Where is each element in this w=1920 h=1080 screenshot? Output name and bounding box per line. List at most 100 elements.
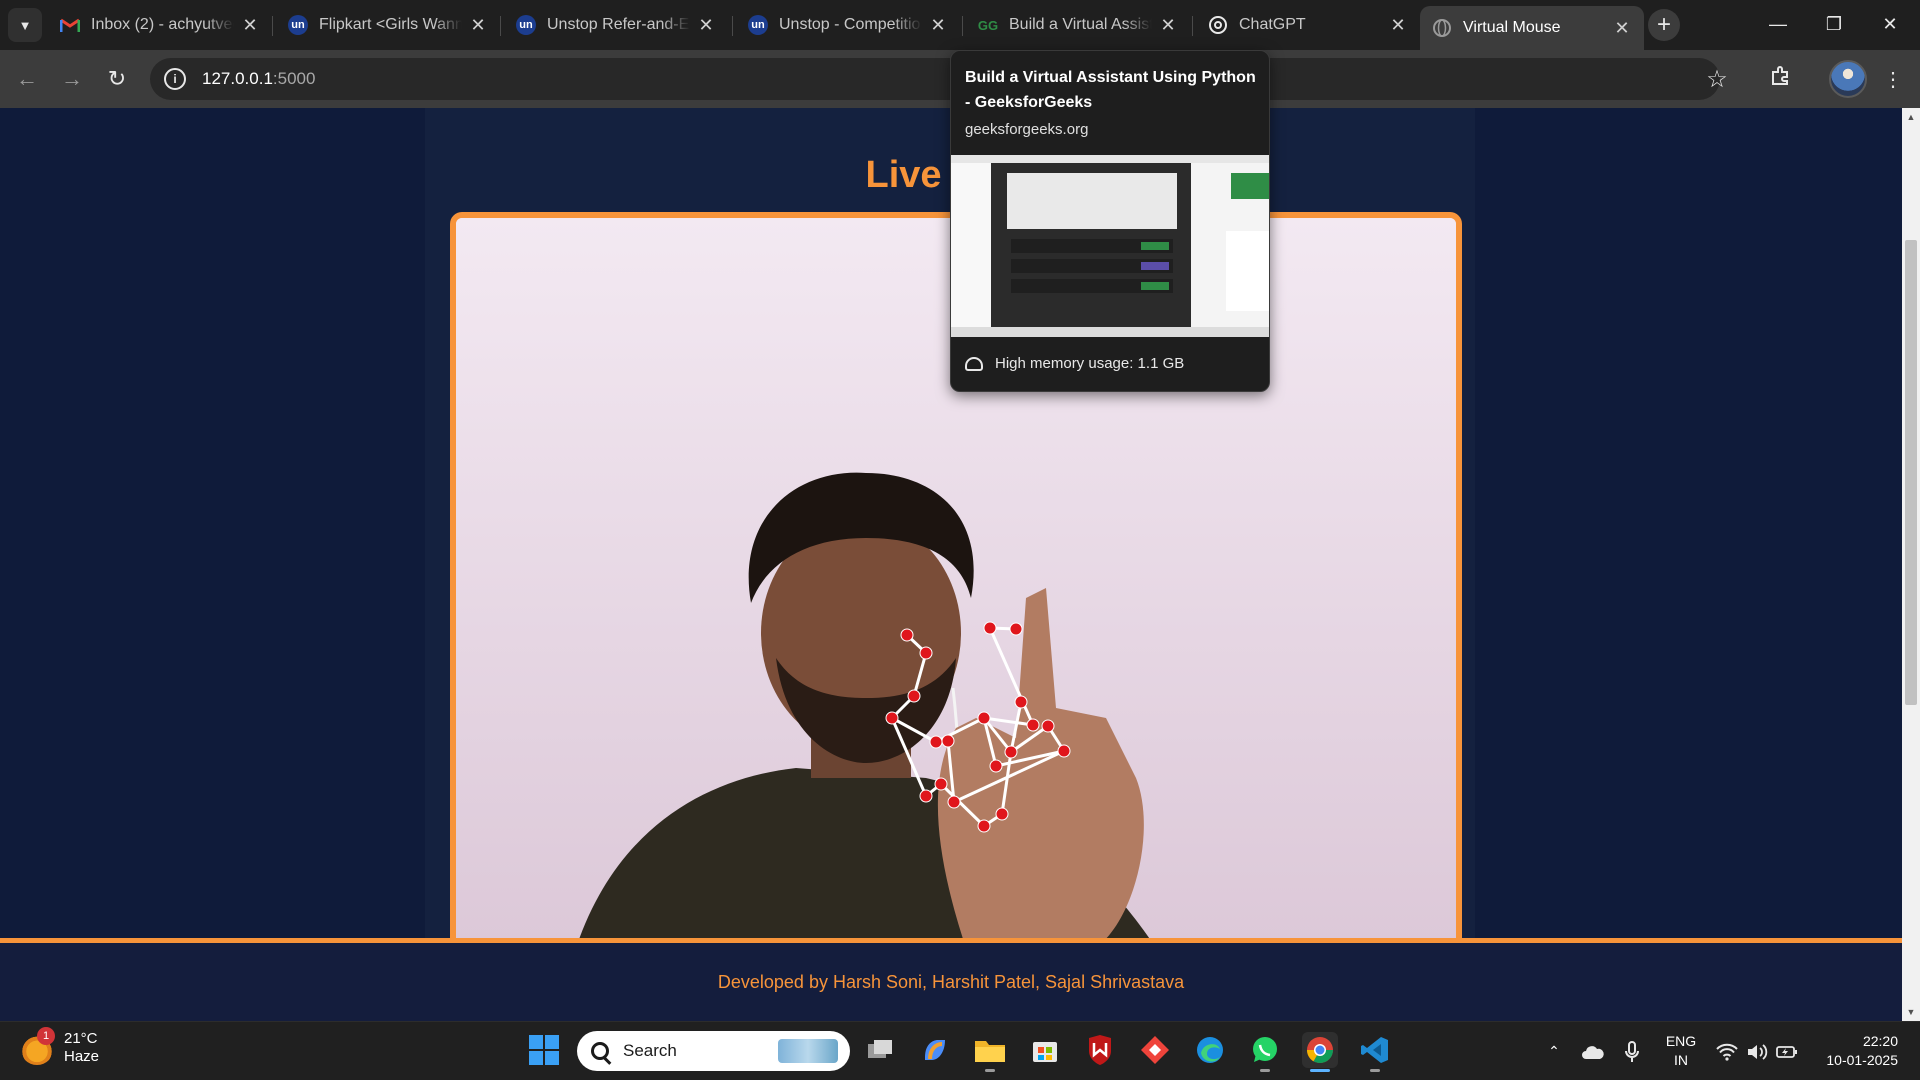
- forward-button[interactable]: →: [55, 62, 89, 96]
- page-scrollbar[interactable]: ▲ ▼: [1902, 108, 1920, 1021]
- windows-taskbar: 1 21°C Haze Search ⌃ ENG IN 22:20 10-01-…: [0, 1021, 1920, 1080]
- microphone-icon: [1625, 1040, 1639, 1062]
- microphone-button[interactable]: [1618, 1022, 1646, 1080]
- reload-button[interactable]: ↻: [100, 62, 134, 96]
- tab-title: Build a Virtual Assista: [1009, 16, 1152, 33]
- hand-landmark-point: [919, 789, 933, 803]
- search-highlight-image: [778, 1039, 838, 1063]
- profile-avatar[interactable]: [1829, 60, 1867, 98]
- running-indicator: [1310, 1069, 1330, 1072]
- weather-sun-icon: 1: [20, 1027, 55, 1065]
- memory-usage-text: High memory usage: 1.1 GB: [995, 355, 1185, 372]
- tab-unstop-competition[interactable]: un Unstop - Competitio ✕: [736, 6, 960, 44]
- bookmark-star-button[interactable]: ☆: [1700, 62, 1734, 96]
- page-footer: Developed by Harsh Soni, Harshit Patel, …: [0, 943, 1902, 1021]
- hand-landmark-point: [1041, 719, 1055, 733]
- clock-time: 22:20: [1862, 1033, 1898, 1049]
- notification-badge: 1: [37, 1027, 55, 1045]
- running-indicator: [985, 1069, 995, 1072]
- kebab-menu-icon: ⋮: [1883, 68, 1903, 91]
- battery-charging-icon: [1776, 1045, 1797, 1058]
- start-button[interactable]: [526, 1032, 562, 1068]
- system-clock[interactable]: 22:20 10-01-2025: [1818, 1032, 1898, 1070]
- new-tab-button[interactable]: +: [1648, 9, 1680, 41]
- site-info-icon[interactable]: i: [164, 68, 186, 90]
- plus-icon: +: [1656, 11, 1671, 38]
- task-view-icon: [868, 1040, 892, 1058]
- hand-landmark-point: [941, 734, 955, 748]
- close-window-button[interactable]: ✕: [1862, 0, 1918, 48]
- scroll-down-arrow[interactable]: ▼: [1902, 1003, 1920, 1021]
- reload-icon: ↻: [107, 66, 127, 91]
- gmail-icon: [60, 15, 80, 35]
- close-icon[interactable]: ✕: [696, 15, 716, 36]
- onedrive-button[interactable]: [1578, 1022, 1608, 1080]
- hand-landmark-point: [989, 759, 1003, 773]
- close-icon[interactable]: ✕: [1612, 18, 1632, 39]
- back-button[interactable]: ←: [10, 62, 44, 96]
- weather-condition: Haze: [64, 1048, 100, 1065]
- tab-title: ChatGPT: [1239, 16, 1306, 33]
- scroll-up-arrow[interactable]: ▲: [1902, 108, 1920, 126]
- url-port: :5000: [272, 69, 316, 88]
- file-explorer-button[interactable]: [972, 1032, 1008, 1072]
- copilot-button[interactable]: [917, 1032, 953, 1068]
- store-icon: [1033, 1042, 1057, 1062]
- anydesk-button[interactable]: [1137, 1032, 1173, 1068]
- taskbar-search[interactable]: Search: [577, 1031, 850, 1071]
- tab-unstop-refer[interactable]: un Unstop Refer-and-Ea ✕: [504, 6, 728, 44]
- tab-virtual-assistant[interactable]: GG Build a Virtual Assista ✕: [966, 6, 1190, 44]
- task-view-button[interactable]: [862, 1032, 898, 1068]
- scroll-thumb[interactable]: [1905, 240, 1917, 705]
- close-icon[interactable]: ✕: [1388, 15, 1408, 36]
- whatsapp-icon: [1253, 1037, 1277, 1062]
- close-icon: ✕: [1882, 13, 1898, 34]
- shield-icon: [1089, 1035, 1111, 1065]
- hover-card-thumbnail: [951, 155, 1269, 337]
- extensions-button[interactable]: [1764, 62, 1798, 96]
- battery-button[interactable]: [1772, 1022, 1802, 1080]
- volume-button[interactable]: [1742, 1022, 1772, 1080]
- whatsapp-button[interactable]: [1247, 1032, 1283, 1072]
- hover-card-domain: geeksforgeeks.org: [965, 121, 1089, 138]
- hand-landmark-point: [934, 777, 948, 791]
- mcafee-button[interactable]: [1082, 1032, 1118, 1068]
- tab-virtual-mouse[interactable]: Virtual Mouse ✕: [1420, 6, 1644, 50]
- tab-gmail[interactable]: Inbox (2) - achyutvee ✕: [48, 6, 272, 44]
- chrome-button[interactable]: [1302, 1032, 1338, 1072]
- close-icon[interactable]: ✕: [928, 15, 948, 36]
- hand-landmark-point: [929, 735, 943, 749]
- restore-button[interactable]: ❐: [1806, 0, 1862, 48]
- memory-gauge-icon: [965, 356, 983, 371]
- microsoft-store-button[interactable]: [1027, 1032, 1063, 1068]
- tab-flipkart[interactable]: un Flipkart <Girls Wanna ✕: [276, 6, 500, 44]
- search-icon: [591, 1042, 609, 1060]
- hand-landmark-point: [885, 711, 899, 725]
- show-hidden-icons-button[interactable]: ⌃: [1540, 1022, 1568, 1080]
- edge-button[interactable]: [1192, 1032, 1228, 1068]
- clock-date: 10-01-2025: [1826, 1052, 1898, 1068]
- minimize-button[interactable]: —: [1750, 0, 1806, 48]
- tab-strip: ▼ Inbox (2) - achyutvee ✕ un Flipkart <G…: [0, 0, 1920, 50]
- copilot-icon: [925, 1040, 945, 1060]
- tab-search-button[interactable]: ▼: [8, 8, 42, 42]
- windows-start-icon: [529, 1035, 559, 1065]
- hand-landmark-point: [977, 711, 991, 725]
- tab-separator: [732, 16, 733, 36]
- weather-widget[interactable]: 1 21°C Haze: [20, 1027, 100, 1066]
- tab-separator: [500, 16, 501, 36]
- wifi-button[interactable]: [1712, 1022, 1742, 1080]
- menu-button[interactable]: ⋮: [1876, 62, 1910, 96]
- language-indicator[interactable]: ENG IN: [1665, 1032, 1697, 1070]
- close-icon[interactable]: ✕: [240, 15, 260, 36]
- close-icon[interactable]: ✕: [1158, 15, 1178, 36]
- hand-landmark-point: [1009, 622, 1023, 636]
- hand-landmark-point: [977, 819, 991, 833]
- close-icon[interactable]: ✕: [468, 15, 488, 36]
- vscode-button[interactable]: [1357, 1032, 1393, 1072]
- star-icon: ☆: [1706, 65, 1728, 93]
- chevron-up-icon: ⌃: [1548, 1043, 1560, 1059]
- tab-chatgpt[interactable]: ChatGPT ✕: [1196, 6, 1420, 44]
- address-bar[interactable]: i 127.0.0.1:5000: [150, 58, 1720, 100]
- tab-title: Unstop - Competitio: [779, 16, 921, 33]
